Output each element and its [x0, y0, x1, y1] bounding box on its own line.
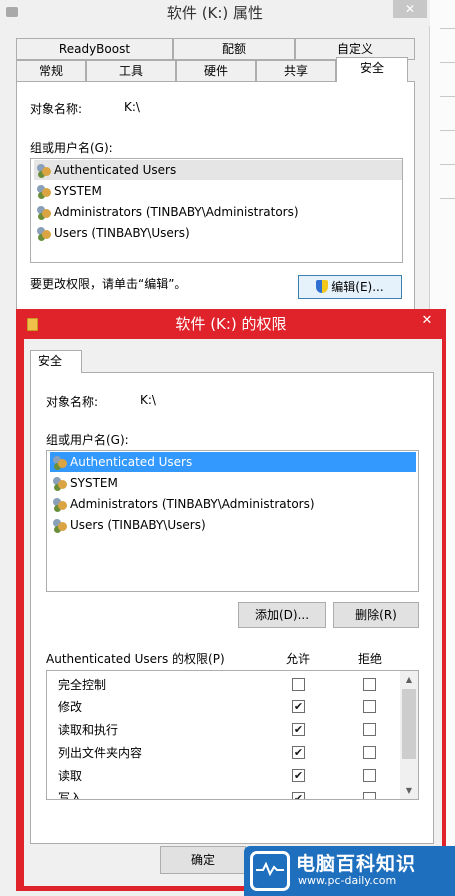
user-name: Administrators (TINBABY\Administrators) [70, 497, 315, 511]
chevron-down-icon[interactable]: ▼ [400, 782, 418, 799]
user-name: Users (TINBABY\Users) [54, 226, 190, 240]
deny-checkbox[interactable] [363, 723, 376, 736]
users-icon [36, 226, 52, 240]
tab-security[interactable]: 安全 [336, 57, 408, 82]
users-icon [36, 205, 52, 219]
list-item[interactable]: Administrators (TINBABY\Administrators) [34, 202, 402, 222]
deny-checkbox[interactable] [363, 700, 376, 713]
users-icon [52, 518, 68, 532]
object-name-label: 对象名称: [46, 395, 99, 409]
properties-title: 软件 (K:) 属性 [166, 4, 264, 22]
user-name: Administrators (TINBABY\Administrators) [54, 205, 299, 219]
tab-hardware[interactable]: 硬件 [176, 60, 256, 82]
allow-checkbox[interactable]: ✔ [292, 723, 305, 736]
list-item[interactable]: Users (TINBABY\Users) [50, 515, 416, 535]
divider [440, 28, 455, 29]
users-icon [52, 476, 68, 490]
deny-checkbox[interactable] [363, 746, 376, 759]
deny-column-header: 拒绝 [358, 652, 383, 666]
list-item[interactable]: SYSTEM [34, 181, 402, 201]
permissions-close-button[interactable]: ✕ [412, 311, 442, 331]
remove-button[interactable]: 删除(R) [333, 602, 419, 628]
permission-name: 修改 [58, 700, 83, 714]
user-name: SYSTEM [70, 476, 118, 490]
permission-name: 读取 [58, 769, 83, 783]
tab-quota[interactable]: 配额 [173, 38, 295, 60]
divider [440, 130, 455, 131]
watermark-brand: 电脑百科知识 [296, 853, 417, 875]
list-item[interactable]: SYSTEM [50, 473, 416, 493]
user-name: SYSTEM [54, 184, 102, 198]
allow-checkbox[interactable]: ✔ [292, 700, 305, 713]
scrollbar-thumb[interactable] [402, 689, 416, 759]
object-name-value: K:\ [140, 393, 156, 407]
users-icon [52, 497, 68, 511]
allow-checkbox[interactable] [292, 678, 305, 691]
permission-name: 完全控制 [58, 678, 107, 692]
group-users-label: 组或用户名(G): [46, 433, 129, 447]
users-icon [52, 455, 68, 469]
permission-name: 列出文件夹内容 [58, 746, 143, 760]
object-name-label: 对象名称: [30, 102, 83, 116]
list-item[interactable]: Administrators (TINBABY\Administrators) [50, 494, 416, 514]
deny-checkbox[interactable] [363, 769, 376, 782]
edit-button-label: 编辑(E)... [331, 280, 384, 294]
user-name: Authenticated Users [70, 455, 193, 469]
watermark-url: www.pc-daily.com [298, 874, 397, 887]
tab-readyboost[interactable]: ReadyBoost [16, 38, 173, 60]
allow-checkbox[interactable]: ✔ [292, 792, 305, 799]
users-icon [36, 184, 52, 198]
user-name: Users (TINBABY\Users) [70, 518, 206, 532]
properties-close-button[interactable]: ✕ [393, 0, 427, 18]
divider [440, 62, 455, 63]
divider [440, 96, 455, 97]
tab-security[interactable]: 安全 [30, 350, 82, 373]
change-permissions-hint: 要更改权限，请单击“编辑”。 [30, 277, 187, 291]
tab-general[interactable]: 常规 [16, 60, 86, 82]
tab-tools[interactable]: 工具 [86, 60, 176, 82]
users-icon [36, 163, 52, 177]
list-item[interactable]: Authenticated Users [34, 160, 402, 180]
object-name-value: K:\ [124, 100, 140, 114]
allow-checkbox[interactable]: ✔ [292, 769, 305, 782]
pulse-icon [256, 862, 284, 876]
divider [440, 164, 455, 165]
ok-button[interactable]: 确定 [160, 846, 246, 874]
permission-row-partial: 写入 ✔ [47, 788, 399, 799]
list-item[interactable]: Users (TINBABY\Users) [34, 223, 402, 243]
divider [440, 198, 455, 199]
permission-name: 读取和执行 [58, 723, 119, 737]
permissions-dialog-title: 软件 (K:) 的权限 [175, 315, 287, 333]
group-users-label: 组或用户名(G): [30, 141, 113, 155]
chevron-up-icon[interactable]: ▲ [400, 671, 418, 688]
allow-column-header: 允许 [286, 652, 311, 666]
user-name: Authenticated Users [54, 163, 177, 177]
permission-name: 写入 [58, 791, 83, 799]
tab-sharing[interactable]: 共享 [256, 60, 336, 82]
deny-checkbox[interactable] [363, 678, 376, 691]
allow-checkbox[interactable]: ✔ [292, 746, 305, 759]
deny-checkbox[interactable] [363, 792, 376, 799]
add-button[interactable]: 添加(D)... [238, 602, 326, 628]
list-item-selected[interactable]: Authenticated Users [50, 452, 416, 472]
uac-shield-icon [316, 280, 329, 293]
edit-button[interactable]: 编辑(E)... [298, 275, 402, 299]
permissions-label: Authenticated Users 的权限(P) [46, 652, 225, 666]
